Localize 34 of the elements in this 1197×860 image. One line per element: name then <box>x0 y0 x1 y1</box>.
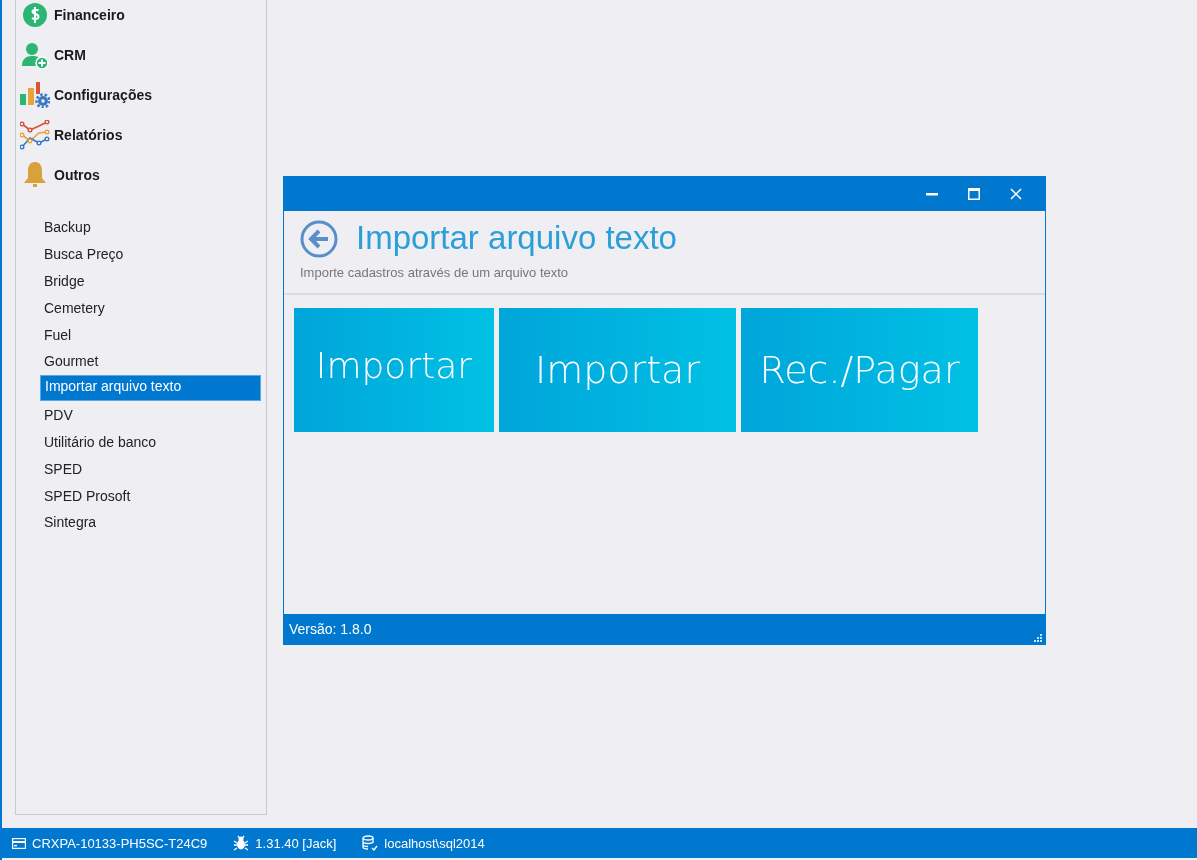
bell-icon <box>22 161 48 189</box>
menu-item[interactable]: Importar arquivo texto <box>40 375 261 402</box>
menu-item[interactable]: Utilitário de banco <box>40 430 261 454</box>
maximize-icon <box>968 188 980 200</box>
menu-item[interactable]: PDV <box>40 403 261 427</box>
user-add-icon <box>21 41 49 69</box>
menu-item[interactable]: Bridge <box>40 269 261 293</box>
dollar-icon <box>22 2 48 28</box>
menu-category[interactable]: CRM <box>16 35 266 75</box>
menu-item[interactable]: Backup <box>40 216 261 239</box>
close-icon <box>1010 188 1022 200</box>
card-icon <box>12 837 26 849</box>
menu-item[interactable]: Busca Preço <box>40 242 261 266</box>
menu-item[interactable]: Fuel <box>40 323 261 346</box>
chart-gear-icon <box>20 82 50 108</box>
menu-category[interactable]: Configurações <box>16 75 266 115</box>
dialog-subtitle: Importe cadastros através de um arquivo texto <box>300 265 570 280</box>
dialog-title: Importar arquivo texto <box>356 218 677 258</box>
menu-item[interactable]: SPED Prosoft <box>40 484 261 507</box>
menu-category[interactable]: Outros <box>16 155 266 195</box>
resize-grip-icon[interactable] <box>1033 633 1042 642</box>
menu-item[interactable]: Gourmet <box>40 350 261 373</box>
line-graph-icon <box>20 120 50 150</box>
status-text: CRXPA-10133-PH5SC-T24C9 <box>32 835 208 851</box>
menu-item[interactable]: SPED <box>40 457 261 480</box>
menu-category[interactable]: Financeiro <box>16 0 266 35</box>
database-icon <box>362 835 379 851</box>
menu-category[interactable]: Relatórios <box>16 115 266 155</box>
menu-item[interactable]: Cemetery <box>40 296 261 320</box>
status-text: localhost\sql2014 <box>384 835 485 851</box>
status-text: 1.31.40 [Jack] <box>255 835 337 851</box>
menu-item[interactable]: Sintegra <box>40 511 261 534</box>
bug-icon <box>233 835 250 851</box>
version-label: Versão: 1.8.0 <box>289 621 372 637</box>
